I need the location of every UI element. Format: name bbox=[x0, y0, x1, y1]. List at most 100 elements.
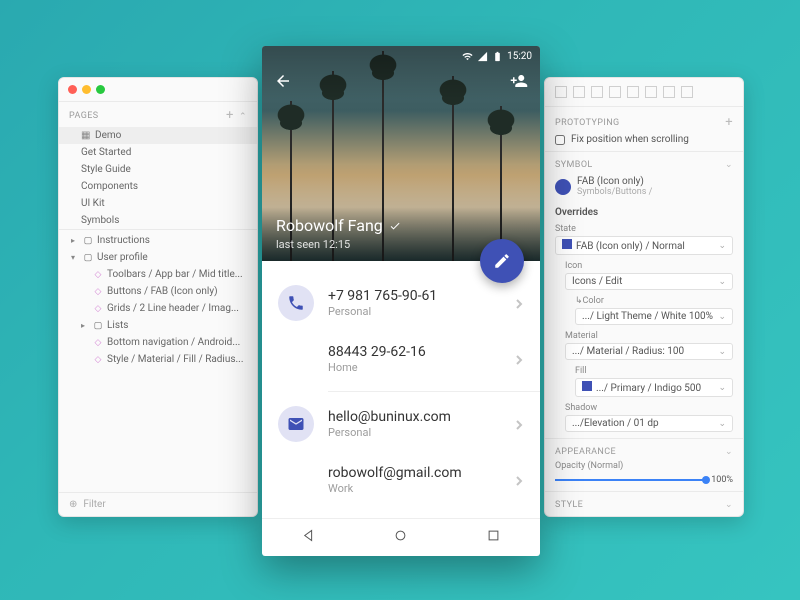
close-dot[interactable] bbox=[68, 85, 77, 94]
row-secondary: Work bbox=[328, 482, 514, 495]
distribute-h-icon[interactable] bbox=[663, 86, 675, 98]
symbol-chip[interactable]: FAB (Icon only)Symbols/Buttons / bbox=[555, 174, 733, 199]
pages-controls: + ⌃ bbox=[226, 108, 247, 123]
tree-item-style[interactable]: ◇Style / Material / Fill / Radius... bbox=[59, 351, 257, 368]
symbol-section: SYMBOL ⌄ FAB (Icon only)Symbols/Buttons /… bbox=[545, 152, 743, 439]
page-get-started[interactable]: Get Started bbox=[59, 144, 257, 161]
layer-label: User profile bbox=[97, 252, 148, 263]
icon-label: Icon bbox=[555, 261, 733, 271]
shadow-value: .../Elevation / 01 dp bbox=[572, 418, 659, 429]
fix-position-input[interactable] bbox=[555, 135, 565, 145]
symbol-title: SYMBOL bbox=[555, 160, 593, 170]
page-demo[interactable]: ▦ Demo bbox=[59, 127, 257, 144]
material-select[interactable]: .../ Material / Radius: 100⌄ bbox=[565, 343, 733, 360]
inspector-panel: PROTOTYPING+ Fix position when scrolling… bbox=[544, 77, 744, 517]
tree-item-fab[interactable]: ◇ Buttons / FAB (Icon only) bbox=[59, 283, 257, 300]
list-item[interactable]: robowolf@gmail.comWork bbox=[262, 452, 540, 508]
row-primary: robowolf@gmail.com bbox=[328, 465, 514, 481]
symbol-icon: ◇ bbox=[93, 287, 103, 297]
filter-icon: ⊕ bbox=[69, 499, 77, 510]
collapse-icon[interactable]: ⌃ bbox=[239, 112, 247, 122]
filter-label: Filter bbox=[83, 499, 105, 510]
tree-item-bottom-nav[interactable]: ◇Bottom navigation / Android... bbox=[59, 334, 257, 351]
material-value: .../ Material / Radius: 100 bbox=[572, 346, 684, 357]
signal-icon bbox=[477, 51, 488, 62]
align-vcenter-icon[interactable] bbox=[627, 86, 639, 98]
shadow-select[interactable]: .../Elevation / 01 dp ⌄ bbox=[565, 415, 733, 432]
top-bar bbox=[262, 68, 540, 98]
layer-label: Toolbars / App bar / Mid title... bbox=[107, 269, 243, 280]
email-icon bbox=[287, 415, 305, 433]
align-right-icon[interactable] bbox=[591, 86, 603, 98]
zoom-dot[interactable] bbox=[96, 85, 105, 94]
style-section[interactable]: STYLE⌄ bbox=[545, 492, 743, 517]
fill-value: .../ Primary / Indigo 500 bbox=[596, 383, 701, 394]
icon-value: Icons / Edit bbox=[572, 276, 622, 287]
page-symbols[interactable]: Symbols bbox=[59, 212, 257, 229]
arrow-back-icon bbox=[274, 72, 292, 90]
symbol-icon: ◇ bbox=[93, 270, 103, 280]
contact-list: +7 981 765-90-61Personal 88443 29-62-16H… bbox=[262, 261, 540, 518]
chevron-down-icon[interactable]: ⌄ bbox=[725, 447, 733, 457]
chevron-down-icon[interactable]: ⌄ bbox=[725, 160, 733, 170]
last-seen-text: last seen 12:15 bbox=[276, 238, 350, 251]
distribute-v-icon[interactable] bbox=[681, 86, 693, 98]
icon-select[interactable]: Icons / Edit⌄ bbox=[565, 273, 733, 290]
color-label: ↳Color bbox=[555, 296, 733, 306]
person-add-icon bbox=[510, 72, 528, 90]
symbol-name: FAB (Icon only) bbox=[577, 176, 652, 187]
tree-item-grids[interactable]: ◇Grids / 2 Line header / Imag... bbox=[59, 300, 257, 317]
symbol-swatch-icon bbox=[555, 179, 571, 195]
folder-icon: ▢ bbox=[83, 236, 93, 246]
add-icon[interactable]: + bbox=[725, 115, 733, 130]
symbol-icon: ◇ bbox=[93, 338, 103, 348]
fill-label: Fill bbox=[555, 366, 733, 376]
row-primary: 88443 29-62-16 bbox=[328, 344, 514, 360]
shadow-label: Shadow bbox=[555, 403, 733, 413]
caret-icon: ▾ bbox=[71, 253, 79, 262]
nav-recents-button[interactable] bbox=[486, 528, 501, 547]
list-item[interactable]: hello@buninux.comPersonal bbox=[262, 396, 540, 452]
fix-position-checkbox[interactable]: Fix position when scrolling bbox=[555, 134, 733, 145]
fix-position-label: Fix position when scrolling bbox=[571, 134, 689, 145]
color-select[interactable]: .../ Light Theme / White 100%⌄ bbox=[575, 308, 733, 325]
filter-row[interactable]: ⊕ Filter bbox=[59, 492, 257, 516]
nav-home-button[interactable] bbox=[393, 528, 408, 547]
add-page-icon[interactable]: + bbox=[226, 108, 234, 123]
tree-user-profile[interactable]: ▾▢User profile bbox=[59, 249, 257, 266]
edit-icon bbox=[493, 252, 511, 270]
add-contact-button[interactable] bbox=[510, 72, 528, 94]
align-bottom-icon[interactable] bbox=[645, 86, 657, 98]
nav-back-button[interactable] bbox=[301, 528, 316, 547]
align-hcenter-icon[interactable] bbox=[573, 86, 585, 98]
state-label: State bbox=[555, 224, 733, 234]
chevron-down-icon: ⌄ bbox=[718, 241, 726, 251]
fill-select[interactable]: .../ Primary / Indigo 500 ⌄ bbox=[575, 378, 733, 397]
align-top-icon[interactable] bbox=[609, 86, 621, 98]
chevron-down-icon: ⌄ bbox=[718, 419, 726, 429]
chevron-down-icon: ⌄ bbox=[718, 383, 726, 393]
layer-label: Buttons / FAB (Icon only) bbox=[107, 286, 218, 297]
square-recents-icon bbox=[486, 528, 501, 543]
align-left-icon[interactable] bbox=[555, 86, 567, 98]
artboard-icon: ▦ bbox=[81, 130, 91, 141]
page-style-guide[interactable]: Style Guide bbox=[59, 161, 257, 178]
row-primary: +7 981 765-90-61 bbox=[328, 288, 514, 304]
row-secondary: Personal bbox=[328, 305, 514, 318]
state-value: FAB (Icon only) / Normal bbox=[576, 241, 685, 252]
edit-fab-button[interactable] bbox=[480, 239, 524, 283]
back-button[interactable] bbox=[274, 72, 292, 94]
tree-instructions[interactable]: ▸▢Instructions bbox=[59, 232, 257, 249]
layers-tree: ▸▢Instructions ▾▢User profile ◇Toolbars … bbox=[59, 229, 257, 492]
minimize-dot[interactable] bbox=[82, 85, 91, 94]
tree-item-lists[interactable]: ▸▢Lists bbox=[59, 317, 257, 334]
page-label: UI Kit bbox=[81, 198, 105, 209]
page-ui-kit[interactable]: UI Kit bbox=[59, 195, 257, 212]
opacity-slider[interactable]: 100% bbox=[555, 475, 733, 485]
state-select[interactable]: FAB (Icon only) / Normal ⌄ bbox=[555, 236, 733, 255]
tree-item-toolbar[interactable]: ◇ Toolbars / App bar / Mid title... bbox=[59, 266, 257, 283]
list-item[interactable]: 88443 29-62-16Home bbox=[262, 331, 540, 387]
page-label: Demo bbox=[95, 130, 121, 141]
list-item[interactable]: +7 981 765-90-61Personal bbox=[262, 275, 540, 331]
page-components[interactable]: Components bbox=[59, 178, 257, 195]
